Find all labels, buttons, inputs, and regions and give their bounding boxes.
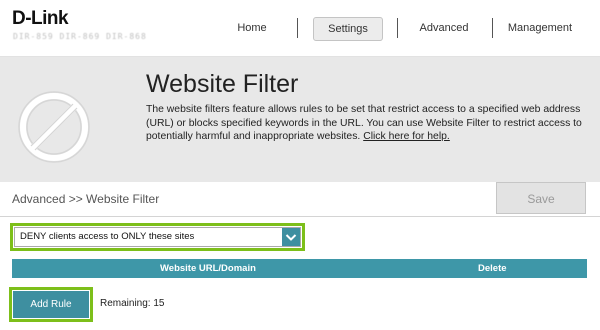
help-link[interactable]: Click here for help. — [363, 131, 450, 142]
page-description: The website filters feature allows rules… — [146, 103, 591, 144]
breadcrumb-bar: Advanced >> Website Filter Save — [0, 182, 600, 217]
nav-separator — [297, 18, 298, 38]
page-title: Website Filter — [146, 70, 299, 98]
remaining-count: Remaining: 15 — [100, 298, 165, 309]
column-delete: Delete — [478, 263, 507, 274]
breadcrumb: Advanced >> Website Filter — [12, 192, 160, 206]
model-text: DIR-859 DIR-869 DIR-868 — [13, 32, 147, 41]
filter-mode-value: DENY clients access to ONLY these sites — [20, 231, 195, 242]
save-button[interactable]: Save — [496, 182, 586, 214]
dropdown-button[interactable] — [282, 228, 300, 246]
chevron-down-icon — [285, 234, 297, 241]
filter-mode-select[interactable]: DENY clients access to ONLY these sites — [14, 227, 301, 247]
add-rule-button[interactable]: Add Rule — [13, 291, 89, 318]
rules-table-header: Website URL/Domain Delete — [12, 259, 587, 278]
top-bar: D-Link DIR-859 DIR-869 DIR-868 Home Sett… — [0, 0, 600, 56]
block-icon — [18, 91, 90, 163]
nav-advanced[interactable]: Advanced — [413, 17, 475, 39]
nav-home[interactable]: Home — [223, 17, 281, 39]
nav-management[interactable]: Management — [505, 17, 575, 39]
nav-settings[interactable]: Settings — [313, 17, 383, 41]
nav-separator — [397, 18, 398, 38]
column-url: Website URL/Domain — [160, 263, 256, 274]
dlink-logo: D-Link — [12, 8, 69, 29]
nav-separator — [492, 18, 493, 38]
